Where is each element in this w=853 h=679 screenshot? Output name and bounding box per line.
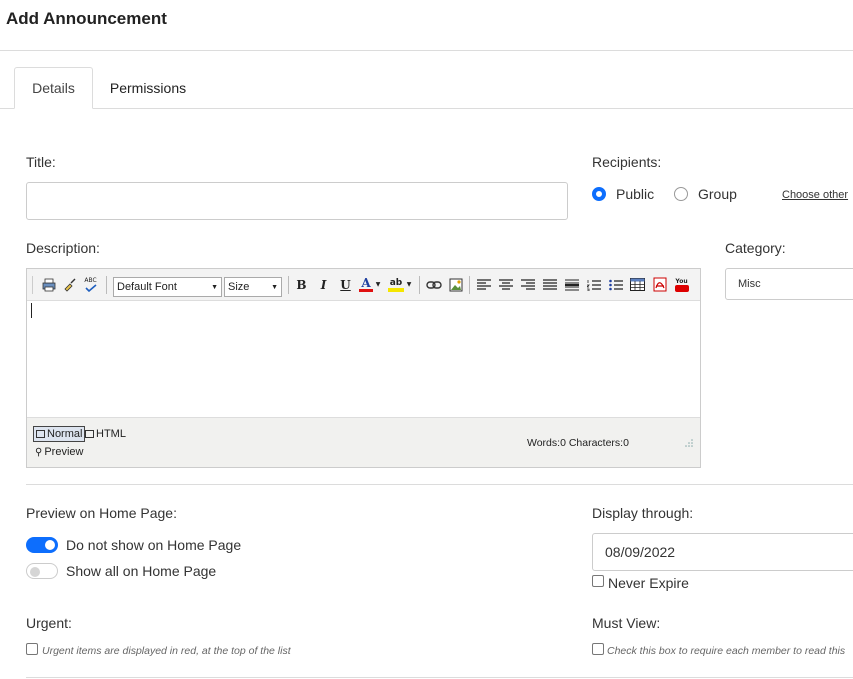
category-label: Category: bbox=[725, 240, 786, 256]
toolbar-separator bbox=[106, 276, 107, 294]
font-color-glyph: A bbox=[361, 275, 371, 290]
bold-icon[interactable]: B bbox=[294, 277, 309, 292]
preview-mode-label: Preview bbox=[44, 446, 84, 458]
recipient-group-radio[interactable] bbox=[674, 187, 688, 201]
chevron-down-icon: ▼ bbox=[271, 283, 278, 291]
must-view-hint: Check this box to require each member to… bbox=[607, 645, 846, 657]
never-expire-checkbox[interactable] bbox=[592, 575, 604, 587]
tab-details[interactable]: Details bbox=[14, 67, 93, 109]
tab-permissions[interactable]: Permissions bbox=[95, 67, 201, 109]
recipient-group-label: Group bbox=[698, 186, 737, 202]
font-family-select[interactable]: Default Font ▼ bbox=[113, 277, 222, 297]
html-mode-button[interactable]: HTML bbox=[85, 427, 126, 441]
word-count: Words:0 Characters:0 bbox=[527, 437, 629, 449]
align-justify-icon[interactable] bbox=[542, 277, 557, 292]
recipient-public-label: Public bbox=[616, 186, 655, 202]
html-mode-icon bbox=[85, 430, 94, 438]
text-cursor bbox=[31, 303, 32, 318]
page-title: Add Announcement bbox=[6, 9, 167, 28]
toolbar-separator bbox=[469, 276, 470, 294]
underline-icon[interactable]: U bbox=[338, 277, 353, 292]
font-family-value: Default Font bbox=[117, 281, 177, 293]
highlight-color-icon[interactable]: ab bbox=[387, 277, 405, 292]
display-through-label: Display through: bbox=[592, 505, 694, 521]
link-icon[interactable] bbox=[425, 277, 443, 292]
youtube-text: You bbox=[675, 277, 688, 285]
normal-mode-label: Normal bbox=[47, 428, 83, 440]
align-left-icon[interactable] bbox=[476, 277, 491, 292]
bottom-divider bbox=[26, 677, 853, 678]
image-icon[interactable] bbox=[448, 277, 463, 292]
youtube-icon[interactable]: You bbox=[674, 277, 689, 292]
title-input[interactable] bbox=[26, 182, 568, 220]
toolbar-separator bbox=[288, 276, 289, 294]
preview-mode-button[interactable]: ⚲ Preview bbox=[35, 445, 83, 459]
tabs-baseline-left bbox=[0, 108, 14, 109]
bulleted-list-icon[interactable] bbox=[608, 277, 623, 292]
align-center-icon[interactable] bbox=[498, 277, 513, 292]
normal-mode-button[interactable]: Normal bbox=[33, 426, 86, 442]
table-icon[interactable] bbox=[630, 277, 645, 292]
urgent-label: Urgent: bbox=[26, 615, 72, 631]
editor-toolbar: ABC Default Font ▼ Size ▼ B I U A ▼ ab ▼ bbox=[27, 269, 700, 301]
html-mode-label: HTML bbox=[96, 428, 126, 440]
never-expire-label: Never Expire bbox=[608, 575, 689, 591]
horizontal-rule-icon[interactable] bbox=[564, 277, 579, 292]
section-divider bbox=[26, 484, 853, 485]
numbered-list-icon[interactable] bbox=[586, 277, 601, 292]
font-color-icon[interactable]: A bbox=[358, 277, 374, 292]
font-size-value: Size bbox=[228, 281, 250, 293]
show-all-toggle[interactable] bbox=[26, 563, 58, 579]
description-editor: ABC Default Font ▼ Size ▼ B I U A ▼ ab ▼ bbox=[26, 268, 701, 468]
tabs-baseline bbox=[93, 108, 853, 109]
description-label: Description: bbox=[26, 240, 100, 256]
spell-check-icon[interactable]: ABC bbox=[83, 277, 98, 292]
toggle-knob bbox=[30, 567, 40, 577]
show-all-label: Show all on Home Page bbox=[66, 563, 217, 579]
chevron-down-icon[interactable]: ▼ bbox=[374, 277, 382, 292]
must-view-checkbox[interactable] bbox=[592, 643, 604, 655]
toggle-knob bbox=[45, 540, 55, 550]
highlight-swatch bbox=[388, 287, 404, 292]
recipients-label: Recipients: bbox=[592, 154, 662, 170]
choose-other-link[interactable]: Choose other bbox=[782, 189, 848, 201]
resize-grip-icon[interactable] bbox=[684, 438, 693, 450]
urgent-checkbox[interactable] bbox=[26, 643, 38, 655]
category-select[interactable]: Misc bbox=[725, 268, 853, 300]
chevron-down-icon: ▼ bbox=[211, 283, 218, 291]
font-size-select[interactable]: Size ▼ bbox=[224, 277, 282, 297]
toolbar-grip bbox=[32, 276, 33, 294]
magnifier-icon: ⚲ bbox=[35, 446, 43, 458]
normal-mode-icon bbox=[36, 430, 45, 438]
print-icon[interactable] bbox=[41, 277, 56, 292]
preview-home-label: Preview on Home Page: bbox=[26, 505, 177, 521]
display-through-date-input[interactable]: 08/09/2022 bbox=[592, 533, 853, 571]
title-label: Title: bbox=[26, 154, 56, 170]
do-not-show-toggle[interactable] bbox=[26, 537, 58, 553]
toolbar-separator bbox=[419, 276, 420, 294]
font-color-swatch bbox=[359, 288, 373, 292]
editor-footer: Normal HTML ⚲ Preview Words:0 Characters… bbox=[27, 417, 700, 467]
must-view-label: Must View: bbox=[592, 615, 661, 631]
chevron-down-icon[interactable]: ▼ bbox=[405, 277, 413, 292]
header-divider bbox=[0, 50, 853, 51]
italic-icon[interactable]: I bbox=[316, 277, 331, 292]
recipient-public-radio[interactable] bbox=[592, 187, 606, 201]
do-not-show-label: Do not show on Home Page bbox=[66, 537, 242, 553]
highlight-glyph: ab bbox=[389, 277, 403, 288]
pdf-icon[interactable] bbox=[652, 277, 667, 292]
clean-format-icon[interactable] bbox=[62, 277, 77, 292]
youtube-badge bbox=[674, 284, 689, 292]
align-right-icon[interactable] bbox=[520, 277, 535, 292]
urgent-hint: Urgent items are displayed in red, at th… bbox=[42, 645, 291, 657]
